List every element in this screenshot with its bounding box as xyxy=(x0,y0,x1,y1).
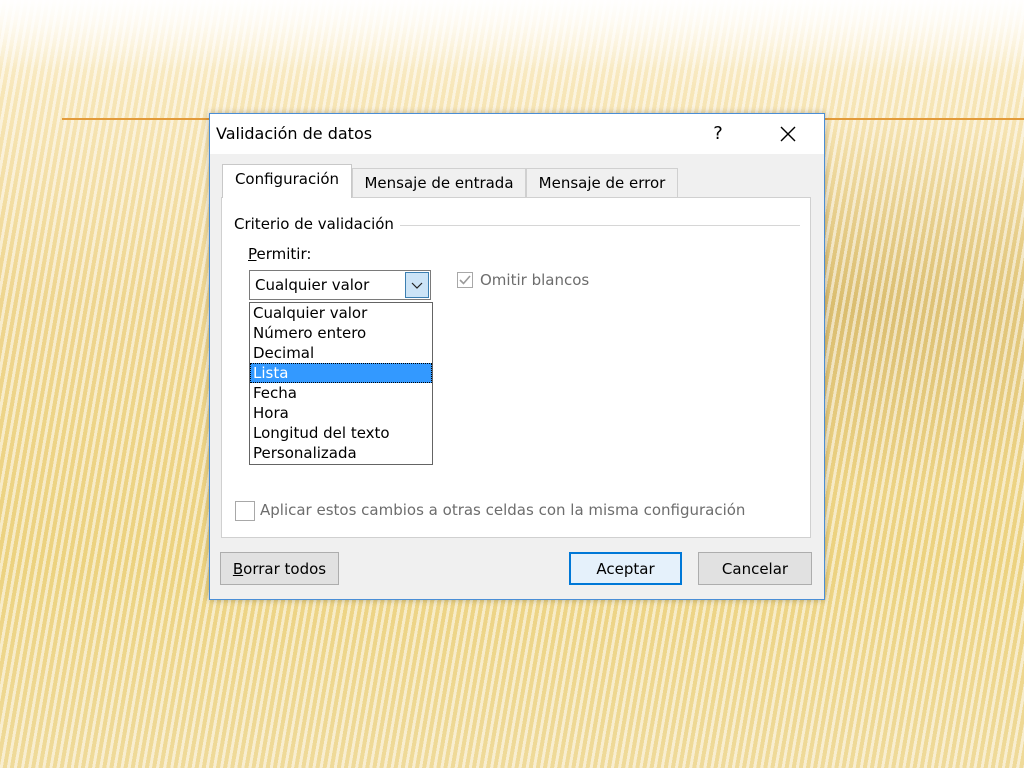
omitir-blancos-label: Omitir blancos xyxy=(480,271,590,289)
validation-criteria-label: Criterio de validación xyxy=(234,215,400,233)
tab-configuracion[interactable]: Configuración xyxy=(222,164,352,198)
omitir-blancos-checkbox[interactable] xyxy=(457,272,473,288)
permitir-options-list: Cualquier valor Número entero Decimal Li… xyxy=(249,302,433,465)
option-personalizada[interactable]: Personalizada xyxy=(250,443,432,463)
cancelar-button[interactable]: Cancelar xyxy=(698,552,812,585)
permitir-dropdown[interactable]: Cualquier valor xyxy=(249,270,431,300)
option-lista[interactable]: Lista xyxy=(250,363,432,383)
aplicar-cambios-label: Aplicar estos cambios a otras celdas con… xyxy=(260,501,746,519)
option-longitud-del-texto[interactable]: Longitud del texto xyxy=(250,423,432,443)
aceptar-button[interactable]: Aceptar xyxy=(569,552,682,585)
slide-title-rule-left xyxy=(62,118,210,120)
dialog-title: Validación de datos xyxy=(216,124,373,143)
option-decimal[interactable]: Decimal xyxy=(250,343,432,363)
aplicar-cambios-checkbox[interactable] xyxy=(235,501,255,521)
dropdown-toggle[interactable] xyxy=(405,272,429,298)
settings-panel: Criterio de validación Permitir: Cualqui… xyxy=(221,197,811,538)
group-divider xyxy=(398,225,800,226)
slide-background-fade xyxy=(0,0,1024,70)
close-icon xyxy=(780,126,796,142)
tab-mensaje-de-entrada[interactable]: Mensaje de entrada xyxy=(352,168,526,198)
data-validation-dialog: Validación de datos ? Configuración Mens… xyxy=(209,113,825,600)
dialog-tabs: Configuración Mensaje de entrada Mensaje… xyxy=(210,164,824,198)
close-button[interactable] xyxy=(770,118,806,150)
borrar-todos-button[interactable]: Borrar todos xyxy=(220,552,339,585)
slide-title-rule-right xyxy=(824,118,1024,120)
help-button[interactable]: ? xyxy=(708,120,728,148)
permitir-current-value: Cualquier valor xyxy=(255,276,370,294)
permitir-label: Permitir: xyxy=(248,245,312,263)
tab-mensaje-de-error[interactable]: Mensaje de error xyxy=(526,168,678,198)
option-fecha[interactable]: Fecha xyxy=(250,383,432,403)
option-cualquier-valor[interactable]: Cualquier valor xyxy=(250,303,432,323)
option-numero-entero[interactable]: Número entero xyxy=(250,323,432,343)
chevron-down-icon xyxy=(411,282,423,289)
checkmark-icon xyxy=(459,275,471,285)
dialog-titlebar: Validación de datos ? xyxy=(210,114,824,154)
option-hora[interactable]: Hora xyxy=(250,403,432,423)
